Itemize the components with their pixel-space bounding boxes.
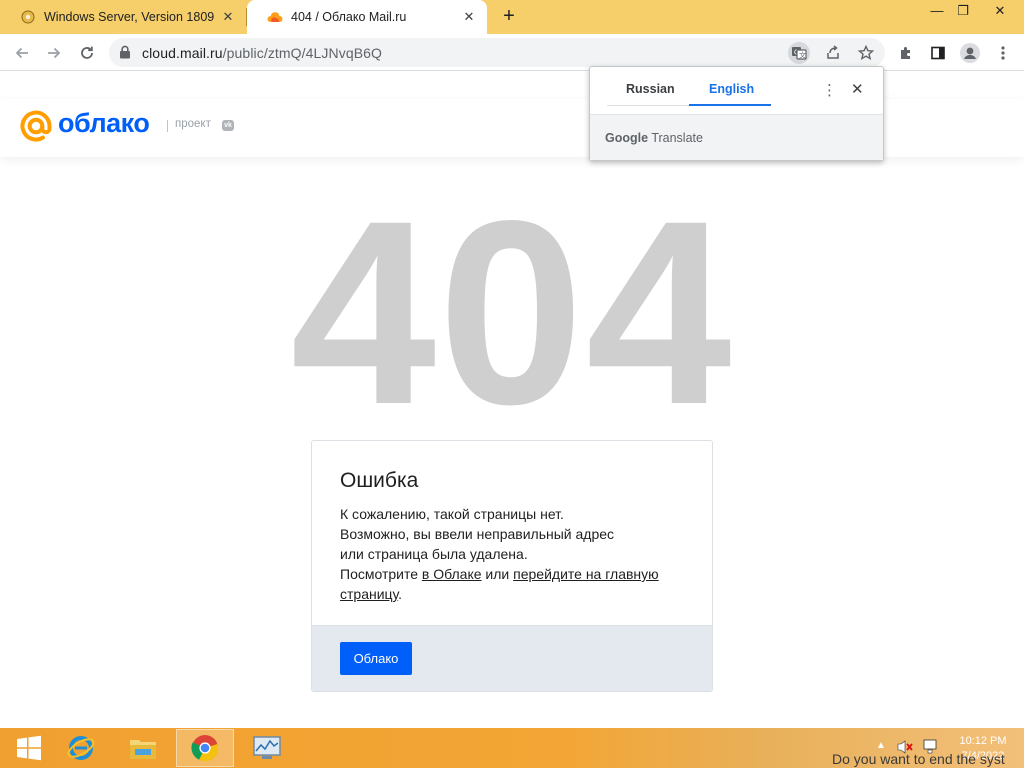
translate-close-icon[interactable]: ✕ [851,80,864,98]
error-line: Посмотрите в Облаке или перейдите на гла… [340,564,700,584]
translate-options-icon[interactable]: ⋮ [822,81,837,99]
error-card: Ошибка К сожалению, такой страницы нет. … [311,440,713,692]
bookmark-star-icon[interactable] [855,42,877,64]
google-translate-brand: Google Translate [605,131,703,145]
notification-text: Do you want to end the syst [832,751,1005,767]
project-label: проект [175,118,211,130]
window-restore-icon[interactable]: ❐ [946,0,980,30]
translate-source-tab[interactable]: Russian [626,82,675,96]
share-icon[interactable] [822,42,844,64]
error-text: . [398,586,403,602]
error-title: Ошибка [340,469,419,492]
new-tab-button[interactable]: + [498,6,520,28]
active-tab-indicator [689,104,771,106]
translate-target-tab[interactable]: English [709,82,754,96]
tab-title: Windows Server, Version 1809 [S [44,10,218,24]
error-card-footer: Облако [312,625,712,691]
home-link[interactable]: перейдите на главную [513,566,659,582]
error-line: страницу. [340,584,700,604]
vk-logo-icon: vk [222,120,234,131]
tab-title: 404 / Облако Mail.ru [291,10,407,24]
url-path: /public/ztmQ/4LJNvqB6Q [222,45,383,61]
chrome-taskbar-icon[interactable] [176,729,234,767]
translate-icon[interactable]: G文 [788,42,810,64]
svg-text:文: 文 [799,51,806,60]
url-text: cloud.mail.ru/public/ztmQ/4LJNvqB6Q [142,45,382,61]
error-message: К сожалению, такой страницы нет. Возможн… [340,504,700,604]
profile-avatar-icon[interactable] [956,39,984,67]
resource-monitor-icon[interactable] [238,729,296,767]
translate-footer: Google Translate [590,114,883,160]
clock-time: 10:12 PM [959,735,1007,747]
google-wordmark: Google [605,131,649,145]
forward-arrow-icon[interactable] [40,39,68,67]
oblako-button[interactable]: Облако [340,642,412,675]
url-host: cloud.mail.ru [142,45,223,61]
error-text: Посмотрите [340,566,422,582]
tab-404-oblako[interactable]: 404 / Облако Mail.ru ✕ [247,0,487,34]
cloud-favicon-icon [267,9,283,25]
browser-menu-icon[interactable] [989,39,1017,67]
tab-windows-server[interactable]: Windows Server, Version 1809 [S ✕ [0,0,246,34]
cloud-link[interactable]: в Облаке [422,566,482,582]
extensions-puzzle-icon[interactable] [892,39,920,67]
logo-divider [167,120,168,132]
tab-strip: Windows Server, Version 1809 [S ✕ 404 / … [0,0,1024,34]
logo-wordmark[interactable]: облако [58,108,150,139]
error-line: Возможно, вы ввели неправильный адрес [340,526,615,542]
translate-bubble: Russian English ⋮ ✕ Google Translate [589,66,884,161]
internet-explorer-icon[interactable] [52,729,110,767]
reload-icon[interactable] [73,39,101,67]
error-text: или [481,566,514,582]
address-bar[interactable]: cloud.mail.ru/public/ztmQ/4LJNvqB6Q G文 [109,38,885,67]
error-line: или страница была удалена. [340,546,528,562]
translate-wordmark: Translate [651,131,703,145]
settings-favicon-icon [20,9,36,25]
back-arrow-icon[interactable] [8,39,36,67]
tab-close-icon[interactable]: ✕ [461,9,477,25]
tab-close-icon[interactable]: ✕ [220,9,236,25]
lock-icon[interactable] [119,45,133,59]
page-viewport: облако проект vk 404 Ошибка К сожалению,… [0,71,1024,728]
window-close-icon[interactable]: ✕ [983,0,1017,30]
file-explorer-icon[interactable] [114,729,172,767]
windows-start-icon[interactable] [0,729,58,767]
error-code: 404 [290,166,734,459]
mailru-at-logo-icon[interactable] [19,109,53,143]
error-line: К сожалению, такой страницы нет. [340,506,564,522]
home-link-continued[interactable]: страницу [340,586,398,602]
side-panel-icon[interactable] [924,39,952,67]
